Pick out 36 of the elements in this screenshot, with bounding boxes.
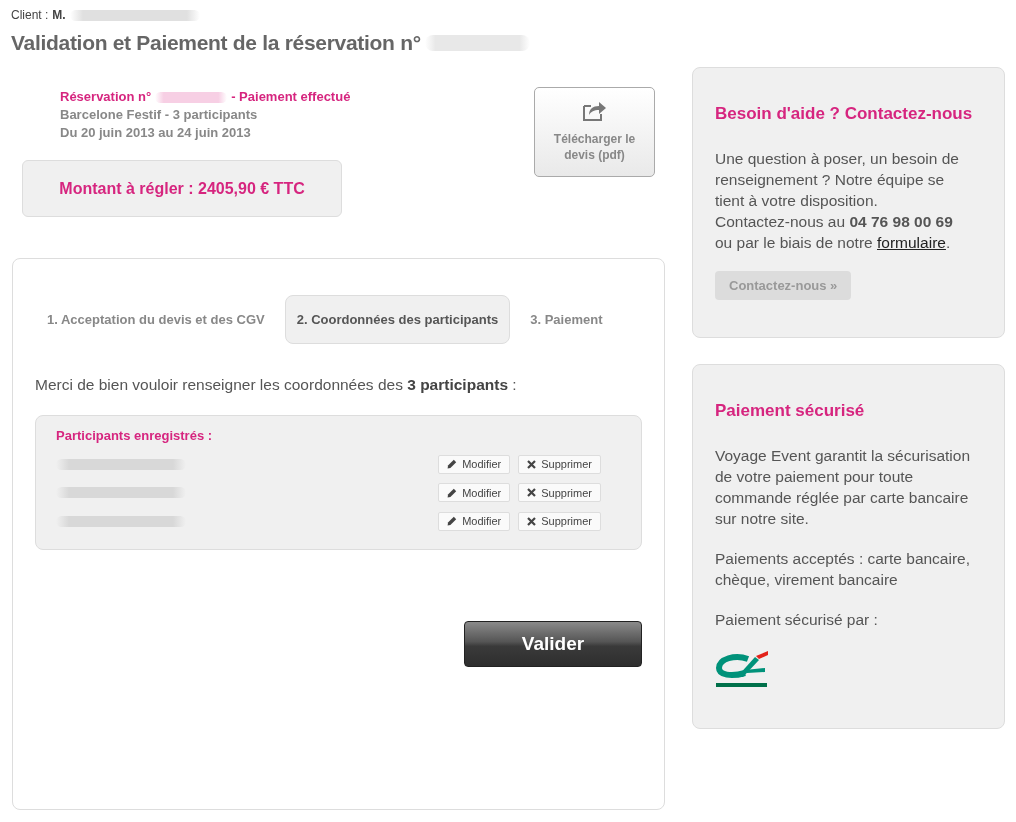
secure-payment-text: Paiements acceptés : carte bancaire, chèque, virement bancaire — [715, 549, 972, 590]
trip-summary: Barcelone Festif - 3 participants — [60, 106, 259, 124]
instruction-text: Merci de bien vouloir renseigner les coordonnées des 3 participants : — [35, 375, 518, 395]
help-text: Une question à poser, un besoin de renseignement ? Notre équipe se tient à votre disposition. — [715, 149, 960, 211]
delete-button[interactable]: Supprimer — [518, 511, 601, 531]
step-tab[interactable]: 1. Acceptation du devis et des CGV — [35, 295, 277, 344]
close-icon — [527, 488, 537, 498]
pencil-icon — [447, 459, 458, 470]
reservation-label: Réservation n° — [60, 88, 152, 106]
form-link[interactable]: formulaire — [877, 234, 946, 251]
logo-icon — [715, 650, 769, 688]
pencil-icon — [447, 487, 458, 498]
client-name: M. — [52, 7, 66, 23]
secure-payment-text: Voyage Event garantit la sécurisation de votre paiement pour toute commande réglée par carte bancaire sur notre site. — [715, 446, 972, 529]
payment-status: - Paiement effectué — [231, 88, 351, 106]
step-tab[interactable]: 2. Coordonnées des participants — [284, 295, 511, 344]
participants-title: Participants enregistrés : — [56, 427, 214, 445]
trip-dates: Du 20 juin 2013 au 24 juin 2013 — [60, 124, 252, 142]
secure-payment-title: Paiement sécurisé — [715, 400, 865, 422]
help-title: Besoin d'aide ? Contactez-nous — [715, 103, 973, 125]
submit-button[interactable]: Valider — [464, 621, 642, 667]
delete-button[interactable]: Supprimer — [518, 483, 601, 503]
edit-button[interactable]: Modifier — [438, 483, 511, 503]
edit-button[interactable]: Modifier — [438, 454, 511, 474]
amount-box: Montant à régler : 2405,90 € TTC — [22, 160, 342, 217]
secure-payment-text: Paiement sécurisé par : — [715, 610, 879, 630]
edit-button[interactable]: Modifier — [438, 511, 511, 531]
step-tab[interactable]: 3. Paiement — [518, 295, 615, 344]
close-icon — [527, 516, 537, 526]
pencil-icon — [447, 516, 458, 527]
client-label: Client : — [11, 7, 49, 23]
share-icon — [581, 99, 608, 121]
delete-button[interactable]: Supprimer — [518, 454, 601, 474]
contact-text: Contactez-nous au 04 76 98 00 69 ou par le biais de notre formulaire. — [715, 212, 954, 253]
page-title: Validation et Paiement de la réservation n° — [11, 30, 421, 56]
close-icon — [527, 459, 537, 469]
